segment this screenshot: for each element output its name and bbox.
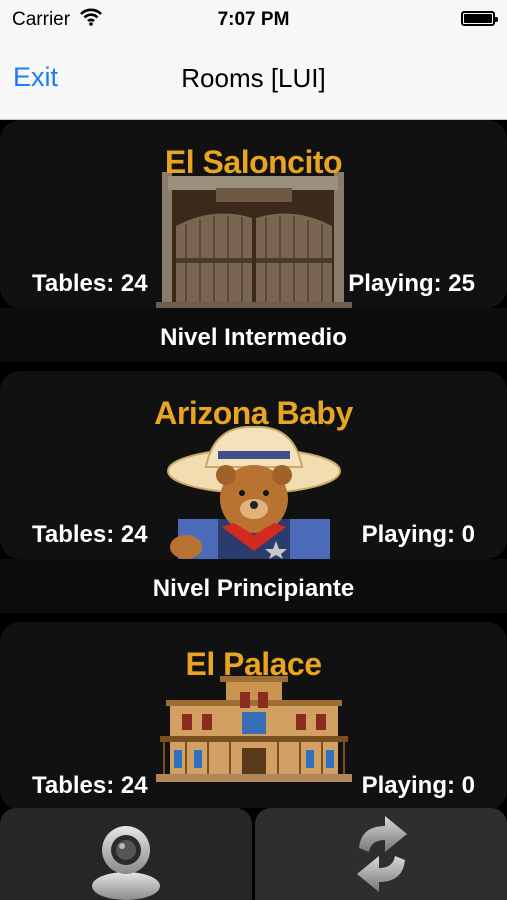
playing-count: Playing: 25 [348,270,475,297]
cowboy-teddy-bear-image [167,425,341,559]
navigation-bar: Exit Rooms [LUI] [0,40,507,120]
status-bar: Carrier 7:07 PM [0,0,507,40]
room-name: Arizona Baby [154,395,353,431]
tables-count: Tables: 24 [32,270,148,297]
profile-tab[interactable] [0,808,252,900]
room-name: El Saloncito [164,144,343,180]
room-name: El Palace [185,646,322,682]
room-level: Nivel Intermedio [160,324,347,351]
user-profile-icon [92,826,160,900]
western-palace-building-image [156,676,352,782]
page-title: Rooms [LUI] [181,63,326,93]
clock: 7:07 PM [217,9,290,30]
refresh-icon [357,816,407,892]
room-level: Nivel Principiante [152,575,355,602]
playing-count: Playing: 0 [361,521,475,548]
tables-count: Tables: 24 [32,772,148,799]
playing-count: Playing: 0 [361,772,475,799]
room-card[interactable]: El Saloncito Tables: 24 Playing: 25 [0,120,507,308]
rooms-list[interactable]: El Saloncito Tables: 24 Playing: 25 Nive… [0,120,507,808]
tables-count: Tables: 24 [32,521,148,548]
saloon-doors-image [156,172,352,308]
room-card[interactable]: El Palace Tables: 24 Playing: 0 [0,622,507,808]
room-card[interactable]: Arizona Baby Tables: 24 Playing: 0 [0,371,507,559]
tab-bar [0,808,507,900]
refresh-tab[interactable] [255,808,507,900]
battery-icon [461,11,498,26]
